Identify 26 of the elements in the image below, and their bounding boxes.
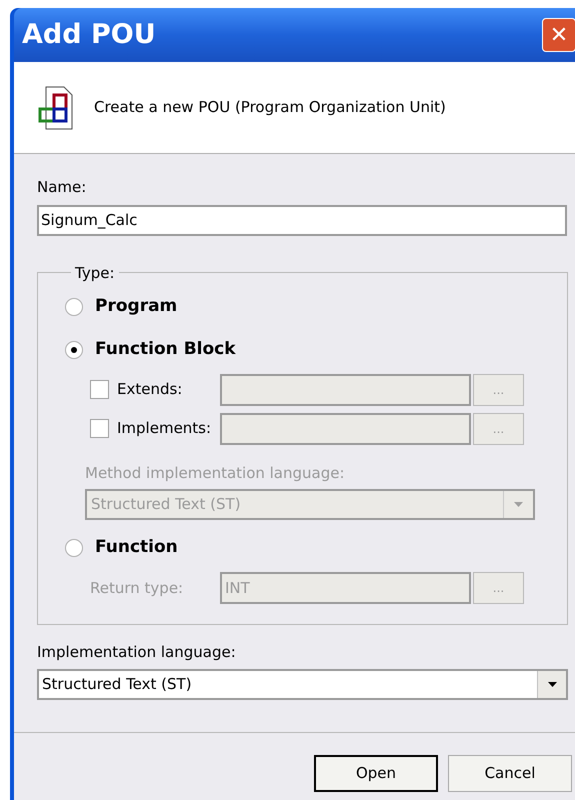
radio-label: Function (95, 536, 178, 560)
group-label: Type: (74, 262, 116, 284)
name-field[interactable]: Signum_Calc (37, 204, 567, 236)
dropdown-caret-icon (548, 682, 556, 687)
radio-button[interactable] (65, 298, 83, 316)
window-title: Add POU (21, 18, 156, 52)
dropdown-value: Structured Text (ST) (90, 494, 242, 515)
field-label: Return type: (89, 578, 184, 599)
dropdown-arrow-button[interactable] (537, 671, 566, 698)
radio-label: Function Block (95, 338, 236, 361)
radio-button[interactable] (65, 539, 83, 557)
radio-button[interactable] (65, 340, 83, 358)
dialog-button[interactable]: Cancel (448, 755, 572, 792)
implementation-language-label: Implementation language: (37, 642, 237, 662)
header-text: Create a new POU (Program Organization Unit) (94, 97, 446, 118)
checkbox-label: Implements: (117, 418, 212, 440)
dropdown-value: Structured Text (ST) (41, 674, 193, 696)
dropdown-caret-icon (514, 502, 523, 506)
checkbox-label: Extends: (117, 379, 182, 400)
radio-label: Program (95, 294, 178, 318)
dialog-button[interactable]: Open (314, 755, 438, 792)
implementation-language-dropdown[interactable]: Structured Text (ST) (37, 669, 568, 700)
field-value: INT (225, 578, 250, 599)
close-button[interactable]: ✕ (542, 18, 575, 52)
field-label: Method implementation language: (85, 463, 346, 484)
name-label: Name: (37, 177, 88, 198)
